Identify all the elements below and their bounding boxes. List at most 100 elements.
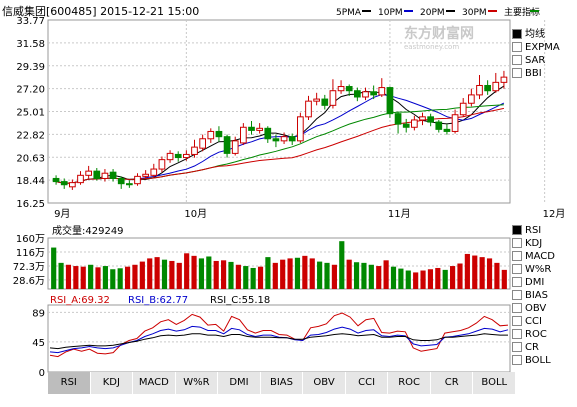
volume-tick-label: 28.6万 bbox=[13, 276, 45, 287]
candle-body bbox=[183, 153, 190, 159]
tab-obv[interactable]: OBV bbox=[303, 372, 346, 394]
tab-rsi[interactable]: RSI bbox=[48, 372, 91, 394]
indicator-checkbox[interactable] bbox=[512, 251, 522, 261]
indicator-roc[interactable]: ROC bbox=[512, 328, 555, 341]
indicator-wr[interactable]: W%R bbox=[512, 263, 555, 276]
candle-body bbox=[264, 127, 272, 140]
candle-body bbox=[199, 138, 206, 149]
indicator-rsi[interactable]: RSI bbox=[512, 224, 555, 237]
month-label: 9月 bbox=[54, 208, 70, 220]
price-tick-label: 31.58 bbox=[16, 39, 45, 50]
indicator-checkbox[interactable] bbox=[512, 290, 522, 300]
candle-body bbox=[345, 86, 353, 92]
candle-body bbox=[378, 87, 386, 96]
indicator-checkbox[interactable] bbox=[512, 238, 522, 248]
candle-body bbox=[297, 116, 304, 142]
indicator-checkbox[interactable] bbox=[512, 42, 522, 52]
volume-bar bbox=[383, 260, 389, 289]
candle-body bbox=[117, 177, 125, 185]
indicator-macd[interactable]: MACD bbox=[512, 250, 555, 263]
tab-roc[interactable]: ROC bbox=[388, 372, 431, 394]
volume-bar bbox=[435, 267, 441, 289]
volume-bar bbox=[302, 255, 308, 289]
indicator-checkbox[interactable] bbox=[512, 355, 522, 365]
indicator-checkbox[interactable] bbox=[512, 329, 522, 339]
candle-body bbox=[337, 86, 345, 92]
candle-body bbox=[427, 116, 434, 123]
volume-bar bbox=[353, 262, 360, 289]
indicator-checkbox[interactable] bbox=[512, 303, 522, 313]
indicator-checkbox[interactable] bbox=[512, 277, 522, 287]
volume-bar bbox=[243, 266, 249, 289]
month-label: 12月 bbox=[543, 208, 566, 220]
candle-body bbox=[500, 76, 508, 83]
volume-bar bbox=[413, 272, 419, 289]
price-tick-label: 18.44 bbox=[16, 176, 45, 187]
main-indicator-list: 均线 EXPMA SAR BBI bbox=[512, 28, 560, 80]
tab-wr[interactable]: W%R bbox=[175, 372, 219, 394]
sub-indicator-list: RSI KDJ MACD W%R DMI BIAS OBV CCI ROC CR… bbox=[512, 224, 555, 367]
tab-cr[interactable]: CR bbox=[430, 372, 474, 394]
candle-body bbox=[85, 170, 92, 176]
candle-body bbox=[394, 113, 402, 125]
volume-bar bbox=[442, 269, 448, 289]
indicator-dmi[interactable]: DMI bbox=[512, 276, 555, 289]
volume-bar bbox=[184, 253, 190, 289]
volume-bar bbox=[272, 262, 278, 289]
volume-bar bbox=[390, 266, 397, 289]
volume-title: 成交量:429249 bbox=[52, 224, 124, 237]
volume-bar bbox=[257, 266, 264, 289]
month-label: 10月 bbox=[184, 208, 207, 220]
indicator-boll[interactable]: BOLL bbox=[512, 354, 555, 367]
price-tick-label: 33.77 bbox=[16, 16, 45, 27]
candle-body bbox=[451, 114, 459, 132]
indicator-checkbox[interactable] bbox=[512, 68, 522, 78]
candle-body bbox=[419, 116, 426, 121]
volume-bar bbox=[339, 241, 345, 289]
volume-bar bbox=[324, 262, 330, 289]
tab-kdj[interactable]: KDJ bbox=[90, 372, 134, 394]
indicator-kdj[interactable]: KDJ bbox=[512, 237, 555, 250]
tab-dmi[interactable]: DMI bbox=[218, 372, 261, 394]
candle-body bbox=[411, 119, 418, 128]
month-label: 11月 bbox=[388, 208, 411, 220]
indicator-checkbox[interactable] bbox=[512, 316, 522, 326]
indicator-checkbox[interactable] bbox=[512, 342, 522, 352]
price-tick-label: 29.39 bbox=[16, 62, 45, 73]
volume-bar bbox=[486, 258, 493, 289]
rsi-a-label: RSI_A:69.32 bbox=[50, 295, 110, 306]
indicator-checkbox[interactable] bbox=[512, 29, 522, 39]
indicator-sar[interactable]: SAR bbox=[512, 54, 560, 67]
tab-macd[interactable]: MACD bbox=[133, 372, 176, 394]
tab-boll[interactable]: BOLL bbox=[473, 372, 517, 394]
volume-tick-label: 72.3万 bbox=[13, 262, 45, 273]
volume-bar bbox=[494, 262, 500, 289]
rsi-tick-label: 0 bbox=[39, 368, 45, 379]
volume-bar bbox=[58, 262, 64, 289]
indicator-bias[interactable]: BIAS bbox=[512, 289, 555, 302]
rsi-c-label: RSI_C:55.18 bbox=[210, 295, 270, 306]
volume-bar bbox=[450, 266, 456, 289]
volume-bar bbox=[132, 264, 138, 289]
indicator-cci[interactable]: CCI bbox=[512, 315, 555, 328]
candle-body bbox=[166, 152, 174, 161]
volume-bar bbox=[464, 253, 470, 289]
tab-cci[interactable]: CCI bbox=[345, 372, 389, 394]
volume-bar bbox=[317, 261, 323, 289]
indicator-junxian[interactable]: 均线 bbox=[512, 28, 560, 41]
candle-body bbox=[52, 177, 60, 183]
volume-bar bbox=[95, 267, 101, 289]
indicator-expma[interactable]: EXPMA bbox=[512, 41, 560, 54]
indicator-obv[interactable]: OBV bbox=[512, 302, 555, 315]
tab-bias[interactable]: BIAS bbox=[260, 372, 304, 394]
indicator-checkbox[interactable] bbox=[512, 55, 522, 65]
price-tick-label: 20.63 bbox=[16, 153, 45, 164]
indicator-cr[interactable]: CR bbox=[512, 341, 555, 354]
ma-legend-label: 5PMA bbox=[336, 8, 362, 18]
indicator-checkbox[interactable] bbox=[512, 264, 522, 274]
indicator-checkbox[interactable] bbox=[512, 225, 522, 235]
indicator-bbi[interactable]: BBI bbox=[512, 67, 560, 80]
volume-bar bbox=[376, 266, 382, 289]
volume-bar bbox=[346, 259, 352, 289]
candle-body bbox=[77, 174, 84, 184]
